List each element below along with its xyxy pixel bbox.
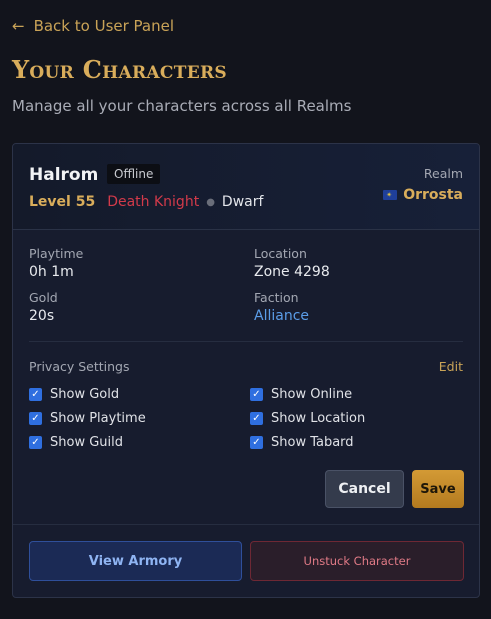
page-subtitle: Manage all your characters across all Re… <box>12 97 352 115</box>
checkmark-icon: ✓ <box>29 412 42 425</box>
cancel-button[interactable]: Cancel <box>325 470 404 508</box>
footer-divider <box>13 524 479 525</box>
separator-dot-icon: ● <box>206 196 215 208</box>
section-divider <box>29 341 463 342</box>
character-name: Halrom <box>29 165 99 185</box>
show-gold-label: Show Gold <box>50 387 120 402</box>
show-location-label: Show Location <box>271 411 366 426</box>
checkmark-icon: ✓ <box>250 412 263 425</box>
playtime-stat: Playtime 0h 1m <box>29 246 83 280</box>
privacy-settings-label: Privacy Settings <box>29 359 130 374</box>
show-playtime-checkbox[interactable]: ✓ Show Playtime <box>29 411 146 426</box>
character-race: Dwarf <box>221 194 264 210</box>
character-class: Death Knight <box>107 194 200 210</box>
location-stat: Location Zone 4298 <box>254 246 330 280</box>
location-label: Location <box>254 246 307 261</box>
checkmark-icon: ✓ <box>29 388 42 401</box>
show-playtime-label: Show Playtime <box>50 411 146 426</box>
show-guild-label: Show Guild <box>50 435 123 450</box>
location-value: Zone 4298 <box>254 264 330 280</box>
page-title: Your Characters <box>12 55 227 84</box>
arrow-left-icon: ← <box>12 16 25 35</box>
show-online-checkbox[interactable]: ✓ Show Online <box>250 387 352 402</box>
playtime-label: Playtime <box>29 246 84 261</box>
unstuck-character-button[interactable]: Unstuck Character <box>250 541 464 581</box>
character-card-header: Halrom Offline Level 55 Death Knight ● D… <box>13 144 479 230</box>
save-button[interactable]: Save <box>412 470 464 508</box>
show-online-label: Show Online <box>271 387 353 402</box>
view-armory-button[interactable]: View Armory <box>29 541 242 581</box>
checkmark-icon: ✓ <box>250 436 263 449</box>
gold-value: 20s <box>29 308 55 324</box>
faction-value: Alliance <box>254 308 310 324</box>
realm-label: Realm <box>423 166 463 181</box>
edit-privacy-link[interactable]: Edit <box>439 359 463 374</box>
character-card: Halrom Offline Level 55 Death Knight ● D… <box>12 143 480 598</box>
show-guild-checkbox[interactable]: ✓ Show Guild <box>29 435 123 450</box>
show-tabard-checkbox[interactable]: ✓ Show Tabard <box>250 435 354 450</box>
back-link-label: Back to User Panel <box>33 17 175 35</box>
character-level: Level 55 <box>29 194 96 210</box>
checkmark-icon: ✓ <box>250 388 263 401</box>
faction-label: Faction <box>254 290 299 305</box>
gold-label: Gold <box>29 290 58 305</box>
playtime-value: 0h 1m <box>29 264 74 280</box>
status-badge: Offline <box>107 164 161 184</box>
realm-name: Orrosta <box>403 187 463 203</box>
checkmark-icon: ✓ <box>29 436 42 449</box>
gold-stat: Gold 20s <box>29 290 58 324</box>
show-gold-checkbox[interactable]: ✓ Show Gold <box>29 387 119 402</box>
faction-stat: Faction Alliance <box>254 290 309 324</box>
show-tabard-label: Show Tabard <box>271 435 354 450</box>
eu-flag-icon <box>383 190 398 200</box>
back-to-user-panel-link[interactable]: ← Back to User Panel <box>12 17 174 35</box>
realm-value: Orrosta <box>383 187 463 203</box>
character-meta: Level 55 Death Knight ● Dwarf <box>29 194 263 210</box>
show-location-checkbox[interactable]: ✓ Show Location <box>250 411 365 426</box>
